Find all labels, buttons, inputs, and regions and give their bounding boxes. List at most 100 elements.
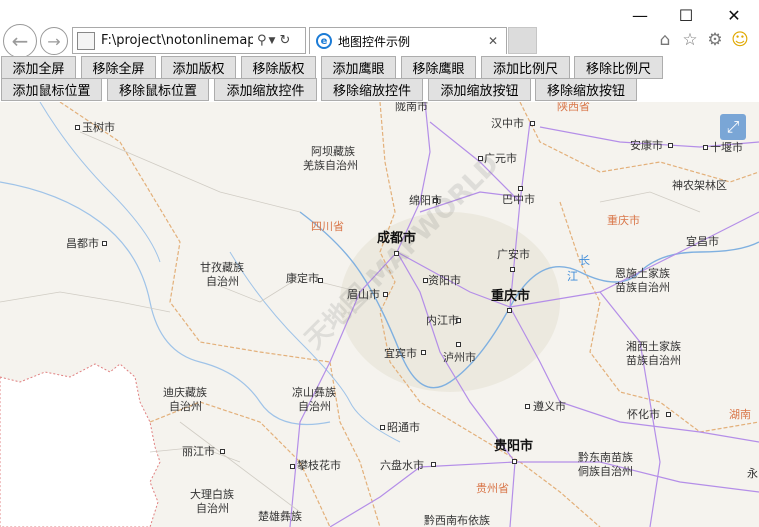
tab-title: 地图控件示例 bbox=[338, 34, 411, 49]
star-icon[interactable]: ☆ bbox=[680, 30, 700, 50]
map-label: 遵义市 bbox=[533, 400, 566, 413]
city-marker bbox=[703, 145, 708, 150]
city-marker bbox=[510, 267, 515, 272]
map-label: 十堰市 bbox=[710, 141, 743, 154]
map-label: 黔东南苗族 bbox=[578, 451, 633, 464]
map-label: 眉山市 bbox=[347, 288, 380, 301]
city-marker bbox=[525, 404, 530, 409]
map-label: 昭通市 bbox=[387, 421, 420, 434]
map-label: 重庆市 bbox=[491, 289, 531, 304]
map-label: 重庆市 bbox=[607, 214, 640, 227]
remove-scale-button[interactable]: 移除比例尺 bbox=[574, 56, 663, 79]
map-label: 阿坝藏族 bbox=[311, 145, 355, 158]
remove-zoom-control-button[interactable]: 移除缩放控件 bbox=[321, 78, 423, 101]
map-label: 广元市 bbox=[484, 152, 517, 165]
map-label: 楚雄彝族 bbox=[258, 510, 302, 523]
ie-icon: e bbox=[316, 33, 332, 49]
home-icon[interactable]: ⌂ bbox=[655, 30, 675, 50]
map-label: 神农架林区 bbox=[672, 179, 727, 192]
add-overview-button[interactable]: 添加鹰眼 bbox=[321, 56, 396, 79]
page-icon bbox=[77, 31, 95, 50]
city-marker bbox=[380, 425, 385, 430]
map-label: 苗族自治州 bbox=[615, 281, 670, 294]
map-label: 凉山彝族 bbox=[292, 386, 336, 399]
map-label: 玉树市 bbox=[82, 121, 115, 134]
chevron-down-icon[interactable]: ▼ bbox=[269, 36, 276, 46]
map-label: 自治州 bbox=[206, 275, 239, 288]
gear-icon[interactable]: ⚙ bbox=[705, 30, 725, 50]
map-label: 湖南 bbox=[729, 408, 751, 421]
map-label: 长 bbox=[579, 254, 590, 267]
smiley-icon[interactable]: ☺ bbox=[730, 30, 750, 50]
map-label: 贵阳市 bbox=[494, 439, 534, 454]
back-arrow-icon: ← bbox=[11, 29, 29, 53]
tab-map-controls[interactable]: e 地图控件示例 ✕ bbox=[309, 27, 507, 54]
back-button[interactable]: ← bbox=[3, 24, 37, 58]
map-label: 巴中市 bbox=[502, 193, 535, 206]
city-marker bbox=[220, 449, 225, 454]
map-label: 恩施土家族 bbox=[615, 267, 670, 280]
navigation-bar: ← → F:\project\notonlinemap\r ⚲ ▼ ↻ e 地图… bbox=[0, 22, 759, 58]
map-label: 黔西南布依族 bbox=[424, 514, 490, 527]
search-icon[interactable]: ⚲ bbox=[257, 33, 267, 48]
add-fullscreen-button[interactable]: 添加全屏 bbox=[1, 56, 76, 79]
add-zoom-buttons-button[interactable]: 添加缩放按钮 bbox=[428, 78, 531, 101]
map-label: 内江市 bbox=[426, 314, 459, 327]
remove-mouse-position-button[interactable]: 移除鼠标位置 bbox=[107, 78, 209, 101]
city-marker bbox=[394, 251, 399, 256]
map-view[interactable]: 天地图 MAPWORLD 陇南市 陕西省 玉树市 汉中市 安康市 十堰市 阿坝藏… bbox=[0, 102, 759, 527]
map-label: 陕西省 bbox=[557, 102, 590, 113]
map-label: 侗族自治州 bbox=[578, 465, 633, 478]
add-copyright-button[interactable]: 添加版权 bbox=[161, 56, 236, 79]
map-label: 宜昌市 bbox=[686, 235, 719, 248]
map-label: 迪庆藏族 bbox=[163, 386, 207, 399]
map-label: 甘孜藏族 bbox=[200, 261, 244, 274]
map-label: 成都市 bbox=[377, 231, 417, 246]
map-label: 泸州市 bbox=[443, 351, 476, 364]
address-input[interactable]: F:\project\notonlinemap\r bbox=[101, 33, 253, 48]
map-label: 怀化市 bbox=[627, 408, 660, 421]
city-marker bbox=[507, 308, 512, 313]
map-label: 昌都市 bbox=[66, 237, 99, 250]
add-mouse-position-button[interactable]: 添加鼠标位置 bbox=[1, 78, 102, 101]
map-label: 苗族自治州 bbox=[626, 354, 681, 367]
city-marker bbox=[530, 121, 535, 126]
city-marker bbox=[421, 350, 426, 355]
city-marker bbox=[668, 143, 673, 148]
address-bar[interactable]: F:\project\notonlinemap\r ⚲ ▼ ↻ bbox=[72, 27, 306, 54]
city-marker bbox=[102, 241, 107, 246]
city-marker bbox=[383, 292, 388, 297]
map-label: 绵阳市 bbox=[409, 194, 442, 207]
map-label: 陇南市 bbox=[395, 102, 428, 113]
city-marker bbox=[518, 186, 523, 191]
remove-zoom-buttons-button[interactable]: 移除缩放按钮 bbox=[535, 78, 637, 101]
expand-icon: ⤢ bbox=[726, 117, 740, 136]
add-scale-button[interactable]: 添加比例尺 bbox=[481, 56, 570, 79]
refresh-icon[interactable]: ↻ bbox=[279, 33, 290, 48]
map-label: 羌族自治州 bbox=[303, 159, 358, 172]
add-zoom-control-button[interactable]: 添加缩放控件 bbox=[214, 78, 317, 101]
map-label: 四川省 bbox=[311, 220, 344, 233]
new-tab-button[interactable] bbox=[508, 27, 537, 54]
map-label: 永 bbox=[747, 467, 758, 480]
map-label: 自治州 bbox=[196, 502, 229, 515]
map-label: 湘西土家族 bbox=[626, 340, 681, 353]
map-label: 攀枝花市 bbox=[297, 459, 341, 472]
map-label: 江 bbox=[567, 270, 578, 283]
city-marker bbox=[478, 156, 483, 161]
map-label: 安康市 bbox=[630, 139, 663, 152]
map-label: 汉中市 bbox=[491, 117, 524, 130]
remove-fullscreen-button[interactable]: 移除全屏 bbox=[81, 56, 156, 79]
remove-copyright-button[interactable]: 移除版权 bbox=[241, 56, 316, 79]
fullscreen-button[interactable]: ⤢ bbox=[720, 114, 746, 140]
map-label: 宜宾市 bbox=[384, 347, 417, 360]
map-label: 自治州 bbox=[169, 400, 202, 413]
map-label: 六盘水市 bbox=[380, 459, 424, 472]
tab-close-icon[interactable]: ✕ bbox=[488, 34, 498, 48]
map-label: 大理白族 bbox=[190, 488, 234, 501]
forward-button[interactable]: → bbox=[40, 27, 68, 55]
city-marker bbox=[666, 412, 671, 417]
remove-overview-button[interactable]: 移除鹰眼 bbox=[401, 56, 476, 79]
map-label: 丽江市 bbox=[182, 445, 215, 458]
city-marker bbox=[290, 464, 295, 469]
